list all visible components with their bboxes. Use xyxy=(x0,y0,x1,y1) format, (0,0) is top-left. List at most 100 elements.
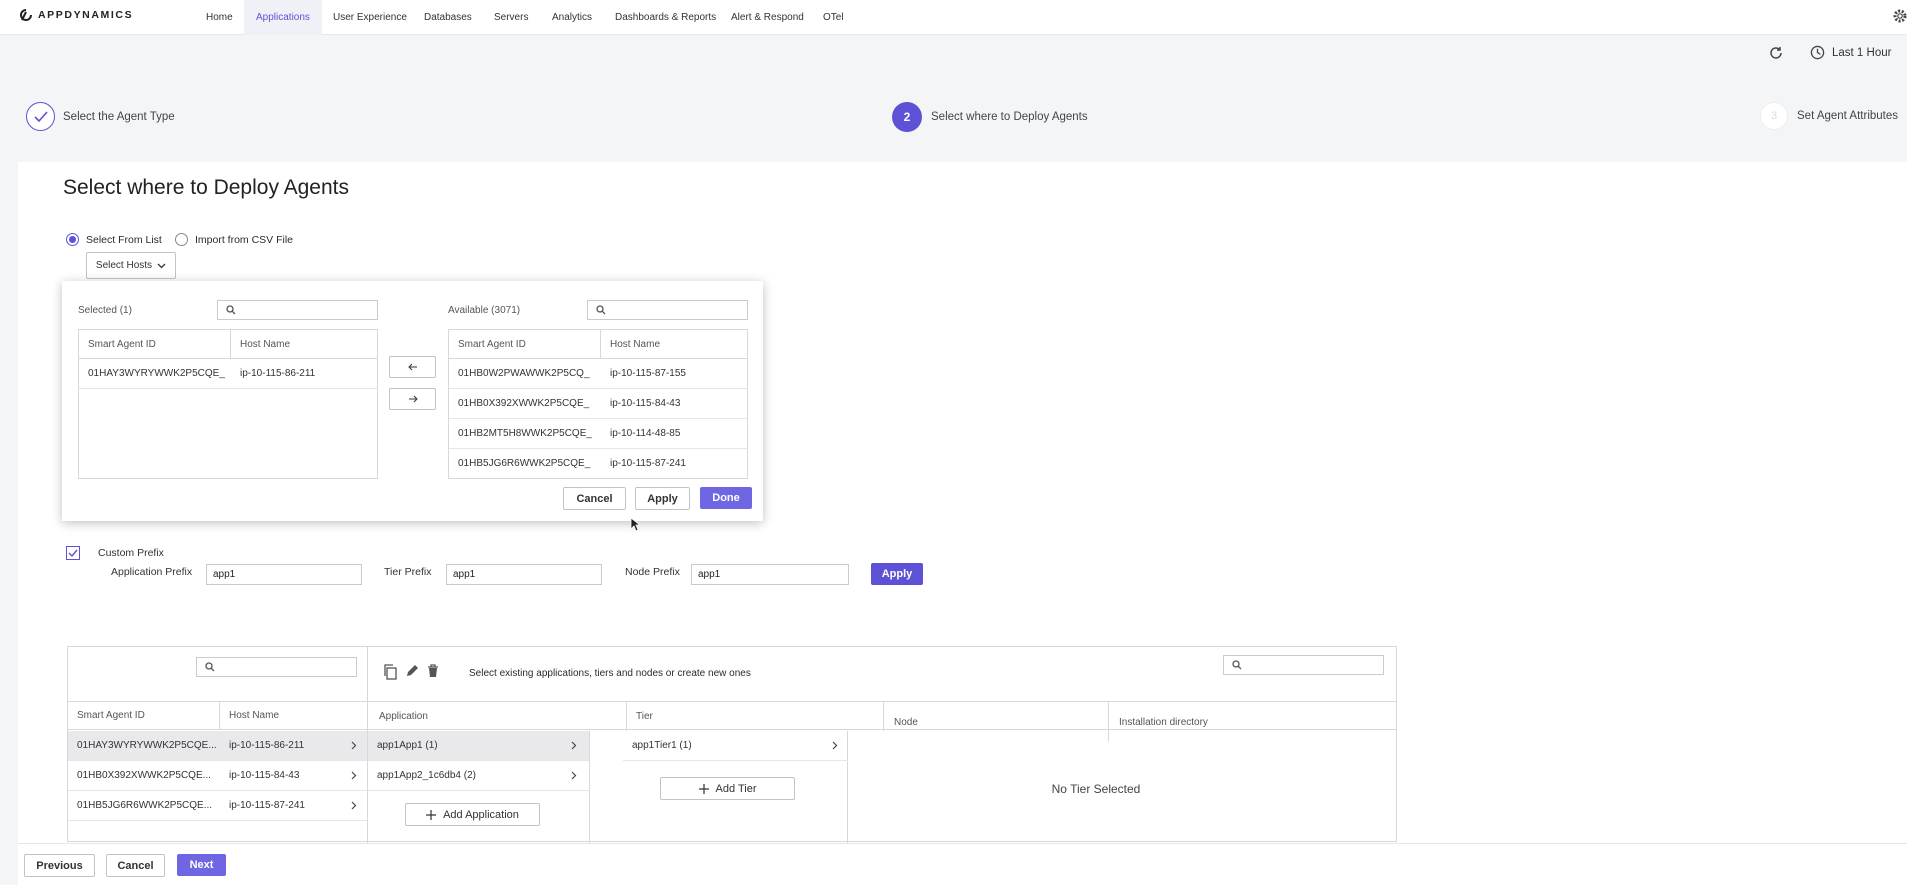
application-item[interactable]: app1App2_1c6db4 (2) xyxy=(368,761,589,791)
agent-id: 01HB5JG6R6WWK2P5CQE... xyxy=(77,800,213,811)
checkmark-icon xyxy=(68,549,78,558)
brand-name: APPDYNAMICS xyxy=(38,9,134,21)
table-row[interactable]: 01HB0W2PWAWWK2P5CQ_ ip-10-115-87-155 xyxy=(449,359,747,389)
step-1[interactable]: Select the Agent Type xyxy=(26,102,175,131)
nav-servers[interactable]: Servers xyxy=(494,0,528,35)
host-name: ip-10-114-48-85 xyxy=(610,428,681,439)
chevron-down-icon xyxy=(157,263,166,268)
select-hosts-button[interactable]: Select Hosts xyxy=(86,252,176,279)
mouse-cursor-icon xyxy=(630,517,640,532)
chevron-right-icon xyxy=(571,741,577,750)
table-row[interactable]: 01HB5JG6R6WWK2P5CQE_ ip-10-115-87-241 xyxy=(449,449,747,478)
chevron-right-icon xyxy=(571,771,577,780)
step-2-number: 2 xyxy=(892,102,922,132)
available-count: Available (3071) xyxy=(448,305,521,316)
radio-label: Import from CSV File xyxy=(195,233,294,246)
col-application: Application xyxy=(379,711,428,722)
table-row[interactable]: 01HB2MT5H8WWK2P5CQE_ ip-10-114-48-85 xyxy=(449,419,747,449)
table-row[interactable]: 01HB0X392XWWK2P5CQE_ ip-10-115-84-43 xyxy=(449,389,747,419)
add-application-button[interactable]: Add Application xyxy=(405,803,540,826)
host-name: ip-10-115-86-211 xyxy=(240,368,316,379)
col-installation-directory: Installation directory xyxy=(1119,717,1208,728)
edit-pencil-icon[interactable] xyxy=(405,664,419,678)
add-application-label: Add Application xyxy=(443,808,519,821)
nav-dashboards-reports[interactable]: Dashboards & Reports xyxy=(615,0,716,35)
nav-analytics[interactable]: Analytics xyxy=(552,0,592,35)
popup-cancel-button[interactable]: Cancel xyxy=(563,487,626,510)
step-3[interactable]: 3 Set Agent Attributes xyxy=(1760,102,1898,130)
agent-id: 01HB0X392XWWK2P5CQE... xyxy=(77,770,211,781)
application-item[interactable]: app1App1 (1) xyxy=(368,731,589,761)
application-name: app1App2_1c6db4 (2) xyxy=(377,770,476,781)
mapping-host-row[interactable]: 01HB5JG6R6WWK2P5CQE... ip-10-115-87-241 xyxy=(68,791,367,821)
nav-applications[interactable]: Applications xyxy=(244,0,322,35)
col-tier: Tier xyxy=(636,711,653,722)
table-row[interactable]: 01HAY3WYRYWWK2P5CQE_ ip-10-115-86-211 xyxy=(79,359,377,389)
tier-list: app1Tier1 (1) Add Tier xyxy=(590,731,848,843)
available-hosts-table: Smart Agent ID Host Name 01HB0W2PWAWWK2P… xyxy=(448,329,748,479)
step-1-label: Select the Agent Type xyxy=(63,110,175,123)
application-list: app1App1 (1) app1App2_1c6db4 (2) Add App… xyxy=(368,731,590,843)
search-icon xyxy=(596,305,606,315)
nav-alert-respond[interactable]: Alert & Respond xyxy=(731,0,804,35)
tier-item[interactable]: app1Tier1 (1) xyxy=(623,731,848,761)
previous-button[interactable]: Previous xyxy=(24,854,95,877)
node-prefix-input[interactable]: app1 xyxy=(691,564,849,585)
brand-logo[interactable]: APPDYNAMICS xyxy=(20,9,133,21)
nav-user-experience[interactable]: User Experience xyxy=(333,0,407,35)
copy-icon[interactable] xyxy=(383,664,397,680)
cancel-button[interactable]: Cancel xyxy=(106,854,165,877)
next-button[interactable]: Next xyxy=(177,854,226,876)
nav-otel[interactable]: OTel xyxy=(823,0,844,35)
search-icon xyxy=(205,662,215,672)
clock-icon xyxy=(1810,45,1825,60)
popup-done-button[interactable]: Done xyxy=(700,487,752,509)
time-range-label: Last 1 Hour xyxy=(1832,46,1892,59)
custom-prefix-toggle[interactable]: Custom Prefix xyxy=(66,546,164,560)
refresh-icon[interactable] xyxy=(1768,45,1784,61)
step-3-number: 3 xyxy=(1760,102,1788,130)
selected-search-input[interactable] xyxy=(217,300,378,320)
chevron-right-icon xyxy=(351,801,357,810)
step-2[interactable]: 2 Select where to Deploy Agents xyxy=(892,102,1088,132)
move-right-button[interactable] xyxy=(389,388,436,410)
host-name: ip-10-115-86-211 xyxy=(229,740,305,751)
radio-button-checked[interactable] xyxy=(66,233,79,246)
agent-id: 01HB0X392XWWK2P5CQE_ xyxy=(458,398,590,409)
mapping-hosts-column: Smart Agent ID Host Name 01HAY3WYRYWWK2P… xyxy=(68,647,368,843)
mapping-search-input[interactable] xyxy=(1223,655,1384,675)
tier-name: app1Tier1 (1) xyxy=(632,740,692,751)
step-complete-check-icon xyxy=(26,102,55,131)
select-hosts-label: Select Hosts xyxy=(95,260,153,271)
custom-prefix-checkbox[interactable] xyxy=(66,546,80,560)
selected-count: Selected (1) xyxy=(78,305,132,316)
radio-label: Select From List xyxy=(86,233,162,246)
agent-id: 01HB2MT5H8WWK2P5CQE_ xyxy=(458,428,592,439)
application-prefix-input[interactable]: app1 xyxy=(206,564,362,585)
search-icon xyxy=(226,305,236,315)
nav-databases[interactable]: Databases xyxy=(424,0,472,35)
chevron-right-icon xyxy=(351,741,357,750)
mapping-host-row[interactable]: 01HB0X392XWWK2P5CQE... ip-10-115-84-43 xyxy=(68,761,367,791)
radio-select-from-list[interactable]: Select From List xyxy=(66,233,162,246)
time-range-picker[interactable]: Last 1 Hour xyxy=(1810,45,1891,60)
prefix-apply-button[interactable]: Apply xyxy=(871,563,923,585)
add-tier-label: Add Tier xyxy=(715,782,757,795)
mapping-panel: Smart Agent ID Host Name 01HAY3WYRYWWK2P… xyxy=(67,646,1397,843)
settings-gear-icon[interactable] xyxy=(1893,8,1907,24)
mapping-host-row[interactable]: 01HAY3WYRYWWK2P5CQE... ip-10-115-86-211 xyxy=(68,731,367,761)
mapping-host-search-input[interactable] xyxy=(196,657,357,677)
popup-apply-button[interactable]: Apply xyxy=(635,487,690,510)
nav-home[interactable]: Home xyxy=(206,0,233,35)
delete-trash-icon[interactable] xyxy=(427,664,439,678)
add-tier-button[interactable]: Add Tier xyxy=(660,777,795,800)
agent-id: 01HAY3WYRYWWK2P5CQE_ xyxy=(88,368,225,379)
move-left-button[interactable] xyxy=(389,356,436,378)
radio-button[interactable] xyxy=(175,233,188,246)
no-tier-selected-message: No Tier Selected xyxy=(1051,782,1141,796)
table-header: Smart Agent ID Host Name xyxy=(79,330,377,359)
host-name: ip-10-115-87-241 xyxy=(229,800,305,811)
radio-import-csv[interactable]: Import from CSV File xyxy=(175,233,293,246)
available-search-input[interactable] xyxy=(587,300,748,320)
tier-prefix-input[interactable]: app1 xyxy=(446,564,602,585)
